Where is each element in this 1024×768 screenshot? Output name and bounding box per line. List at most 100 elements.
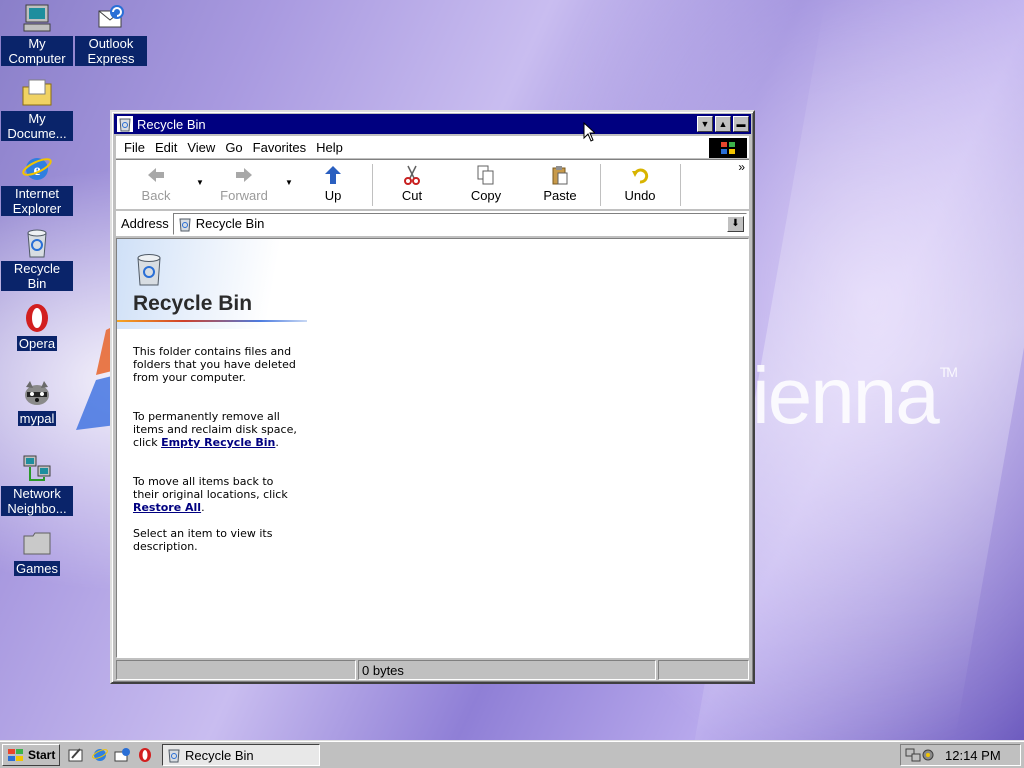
maximize-button[interactable]: ▲ [715, 116, 731, 132]
address-dropdown-button[interactable]: ⬇ [727, 215, 744, 232]
desktop-icon-label: Games [14, 561, 60, 576]
up-arrow-icon [321, 164, 345, 186]
start-button[interactable]: Start [2, 744, 60, 766]
quicklaunch-internet-explorer[interactable] [92, 747, 108, 763]
folder-view[interactable]: Recycle Bin This folder contains files a… [116, 238, 749, 658]
opera-icon [139, 748, 151, 762]
desktop-icon-internet-explorer[interactable]: e Internet Explorer [1, 152, 73, 216]
panel-description: This folder contains files and folders t… [133, 345, 296, 384]
quicklaunch-show-desktop[interactable] [68, 747, 84, 763]
my-computer-icon [21, 2, 53, 34]
system-menu-icon: ▬ [736, 119, 746, 129]
back-button[interactable]: Back [124, 164, 188, 203]
forward-dropdown-icon[interactable]: ▼ [285, 178, 293, 187]
panel-title: Recycle Bin [133, 292, 253, 315]
menu-favorites[interactable]: Favorites [253, 140, 306, 155]
outlook-express-icon [114, 748, 130, 762]
desktop-icon-mypal[interactable]: mypal [1, 377, 73, 426]
desktop-icon-outlook-express[interactable]: Outlook Express [75, 2, 147, 66]
paste-clipboard-icon [548, 164, 572, 186]
desktop-icon-games[interactable]: Games [1, 527, 73, 576]
menu-go[interactable]: Go [225, 140, 242, 155]
webview-header: Recycle Bin [117, 239, 307, 329]
status-pane-right [658, 660, 749, 680]
tray-volume-icon[interactable] [921, 747, 935, 763]
status-pane-left [116, 660, 356, 680]
system-tray: 12:14 PM [900, 744, 1021, 766]
forward-button[interactable]: Forward [212, 164, 276, 203]
start-label: Start [28, 748, 56, 762]
menu-view[interactable]: View [187, 140, 215, 155]
window-titlebar[interactable]: Recycle Bin ▼ ▲ ▬ [114, 114, 751, 134]
quicklaunch-outlook-express[interactable] [114, 747, 130, 763]
paste-button[interactable]: Paste [528, 164, 592, 203]
taskbar-clock[interactable]: 12:14 PM [945, 748, 1001, 763]
toolbar-separator [600, 164, 601, 206]
up-button[interactable]: Up [301, 164, 365, 203]
back-arrow-icon [144, 164, 168, 186]
system-menu-button[interactable]: ▬ [733, 116, 749, 132]
recycle-bin-window[interactable]: Recycle Bin ▼ ▲ ▬ File Edit View Go Favo… [110, 110, 755, 684]
toolbar-separator [372, 164, 373, 206]
tray-network-icon[interactable] [905, 747, 921, 763]
status-size: 0 bytes [358, 660, 656, 680]
desktop-icon-label: Network Neighbo... [1, 486, 73, 516]
cut-button[interactable]: Cut [380, 164, 444, 203]
network-neighborhood-icon [21, 452, 53, 484]
undo-button[interactable]: Undo [608, 164, 672, 203]
desktop-icon-my-documents[interactable]: My Docume... [1, 77, 73, 141]
menu-bar: File Edit View Go Favorites Help [116, 136, 749, 158]
menu-file[interactable]: File [124, 140, 145, 155]
my-documents-icon [21, 77, 53, 109]
recycle-bin-icon [117, 116, 133, 132]
desktop-icon-label: Internet Explorer [1, 186, 73, 216]
panel-select-hint: Select an item to view its description. [133, 527, 273, 553]
address-label: Address [121, 216, 169, 231]
address-input[interactable]: Recycle Bin ⬇ [172, 212, 747, 235]
quicklaunch-opera[interactable] [137, 747, 153, 763]
internet-explorer-icon [92, 749, 108, 761]
desktop-icon-label: Recycle Bin [1, 261, 73, 291]
taskbar-button-recycle-bin[interactable]: Recycle Bin [162, 744, 320, 766]
desktop-icon-opera[interactable]: Opera [1, 302, 73, 351]
forward-arrow-icon [232, 164, 256, 186]
opera-icon [21, 302, 53, 334]
back-dropdown-icon[interactable]: ▼ [196, 178, 204, 187]
minimize-icon: ▼ [700, 119, 710, 129]
empty-recycle-bin-link[interactable]: Empty Recycle Bin [161, 436, 275, 449]
toolbar-overflow-chevron-icon[interactable]: » [738, 160, 745, 174]
games-folder-icon [21, 527, 53, 559]
toolbar-separator [680, 164, 681, 206]
desktop-icon-label: My Computer [1, 36, 73, 66]
recycle-bin-icon [133, 253, 165, 287]
desktop-icon-label: My Docume... [1, 111, 73, 141]
windows-flag-icon [8, 749, 23, 761]
restore-all-link[interactable]: Restore All [133, 501, 201, 514]
menu-edit[interactable]: Edit [155, 140, 177, 155]
mouse-cursor-icon [583, 122, 595, 142]
recycle-bin-icon [168, 749, 180, 763]
recycle-bin-icon [177, 216, 193, 232]
dropdown-arrow-icon: ⬇ [731, 218, 740, 229]
desktop-icon-my-computer[interactable]: My Computer [1, 2, 73, 66]
copy-button[interactable]: Copy [454, 164, 518, 203]
panel-restore-instructions: To move all items back to their original… [133, 475, 288, 514]
copy-icon [474, 164, 498, 186]
standard-toolbar: Back ▼ Forward ▼ Up Cut Copy Paste Undo [116, 159, 749, 209]
internet-explorer-icon: e [21, 152, 53, 184]
windows-flag-icon [721, 142, 735, 154]
desktop-icon-network-neighborhood[interactable]: Network Neighbo... [1, 452, 73, 516]
panel-empty-instructions: To permanently remove all items and recl… [133, 410, 297, 449]
windows-logo-throbber [709, 138, 747, 158]
outlook-express-icon [95, 2, 127, 34]
scissors-icon [400, 164, 424, 186]
desktop-icon-label: Outlook Express [75, 36, 147, 66]
menu-help[interactable]: Help [316, 140, 343, 155]
minimize-button[interactable]: ▼ [697, 116, 713, 132]
undo-icon [628, 164, 652, 186]
recycle-bin-icon [21, 227, 53, 259]
mypal-icon [21, 377, 53, 409]
desktop-icon-recycle-bin[interactable]: Recycle Bin [1, 227, 73, 291]
show-desktop-icon [68, 748, 83, 762]
address-bar: Address Recycle Bin ⬇ [116, 210, 749, 236]
